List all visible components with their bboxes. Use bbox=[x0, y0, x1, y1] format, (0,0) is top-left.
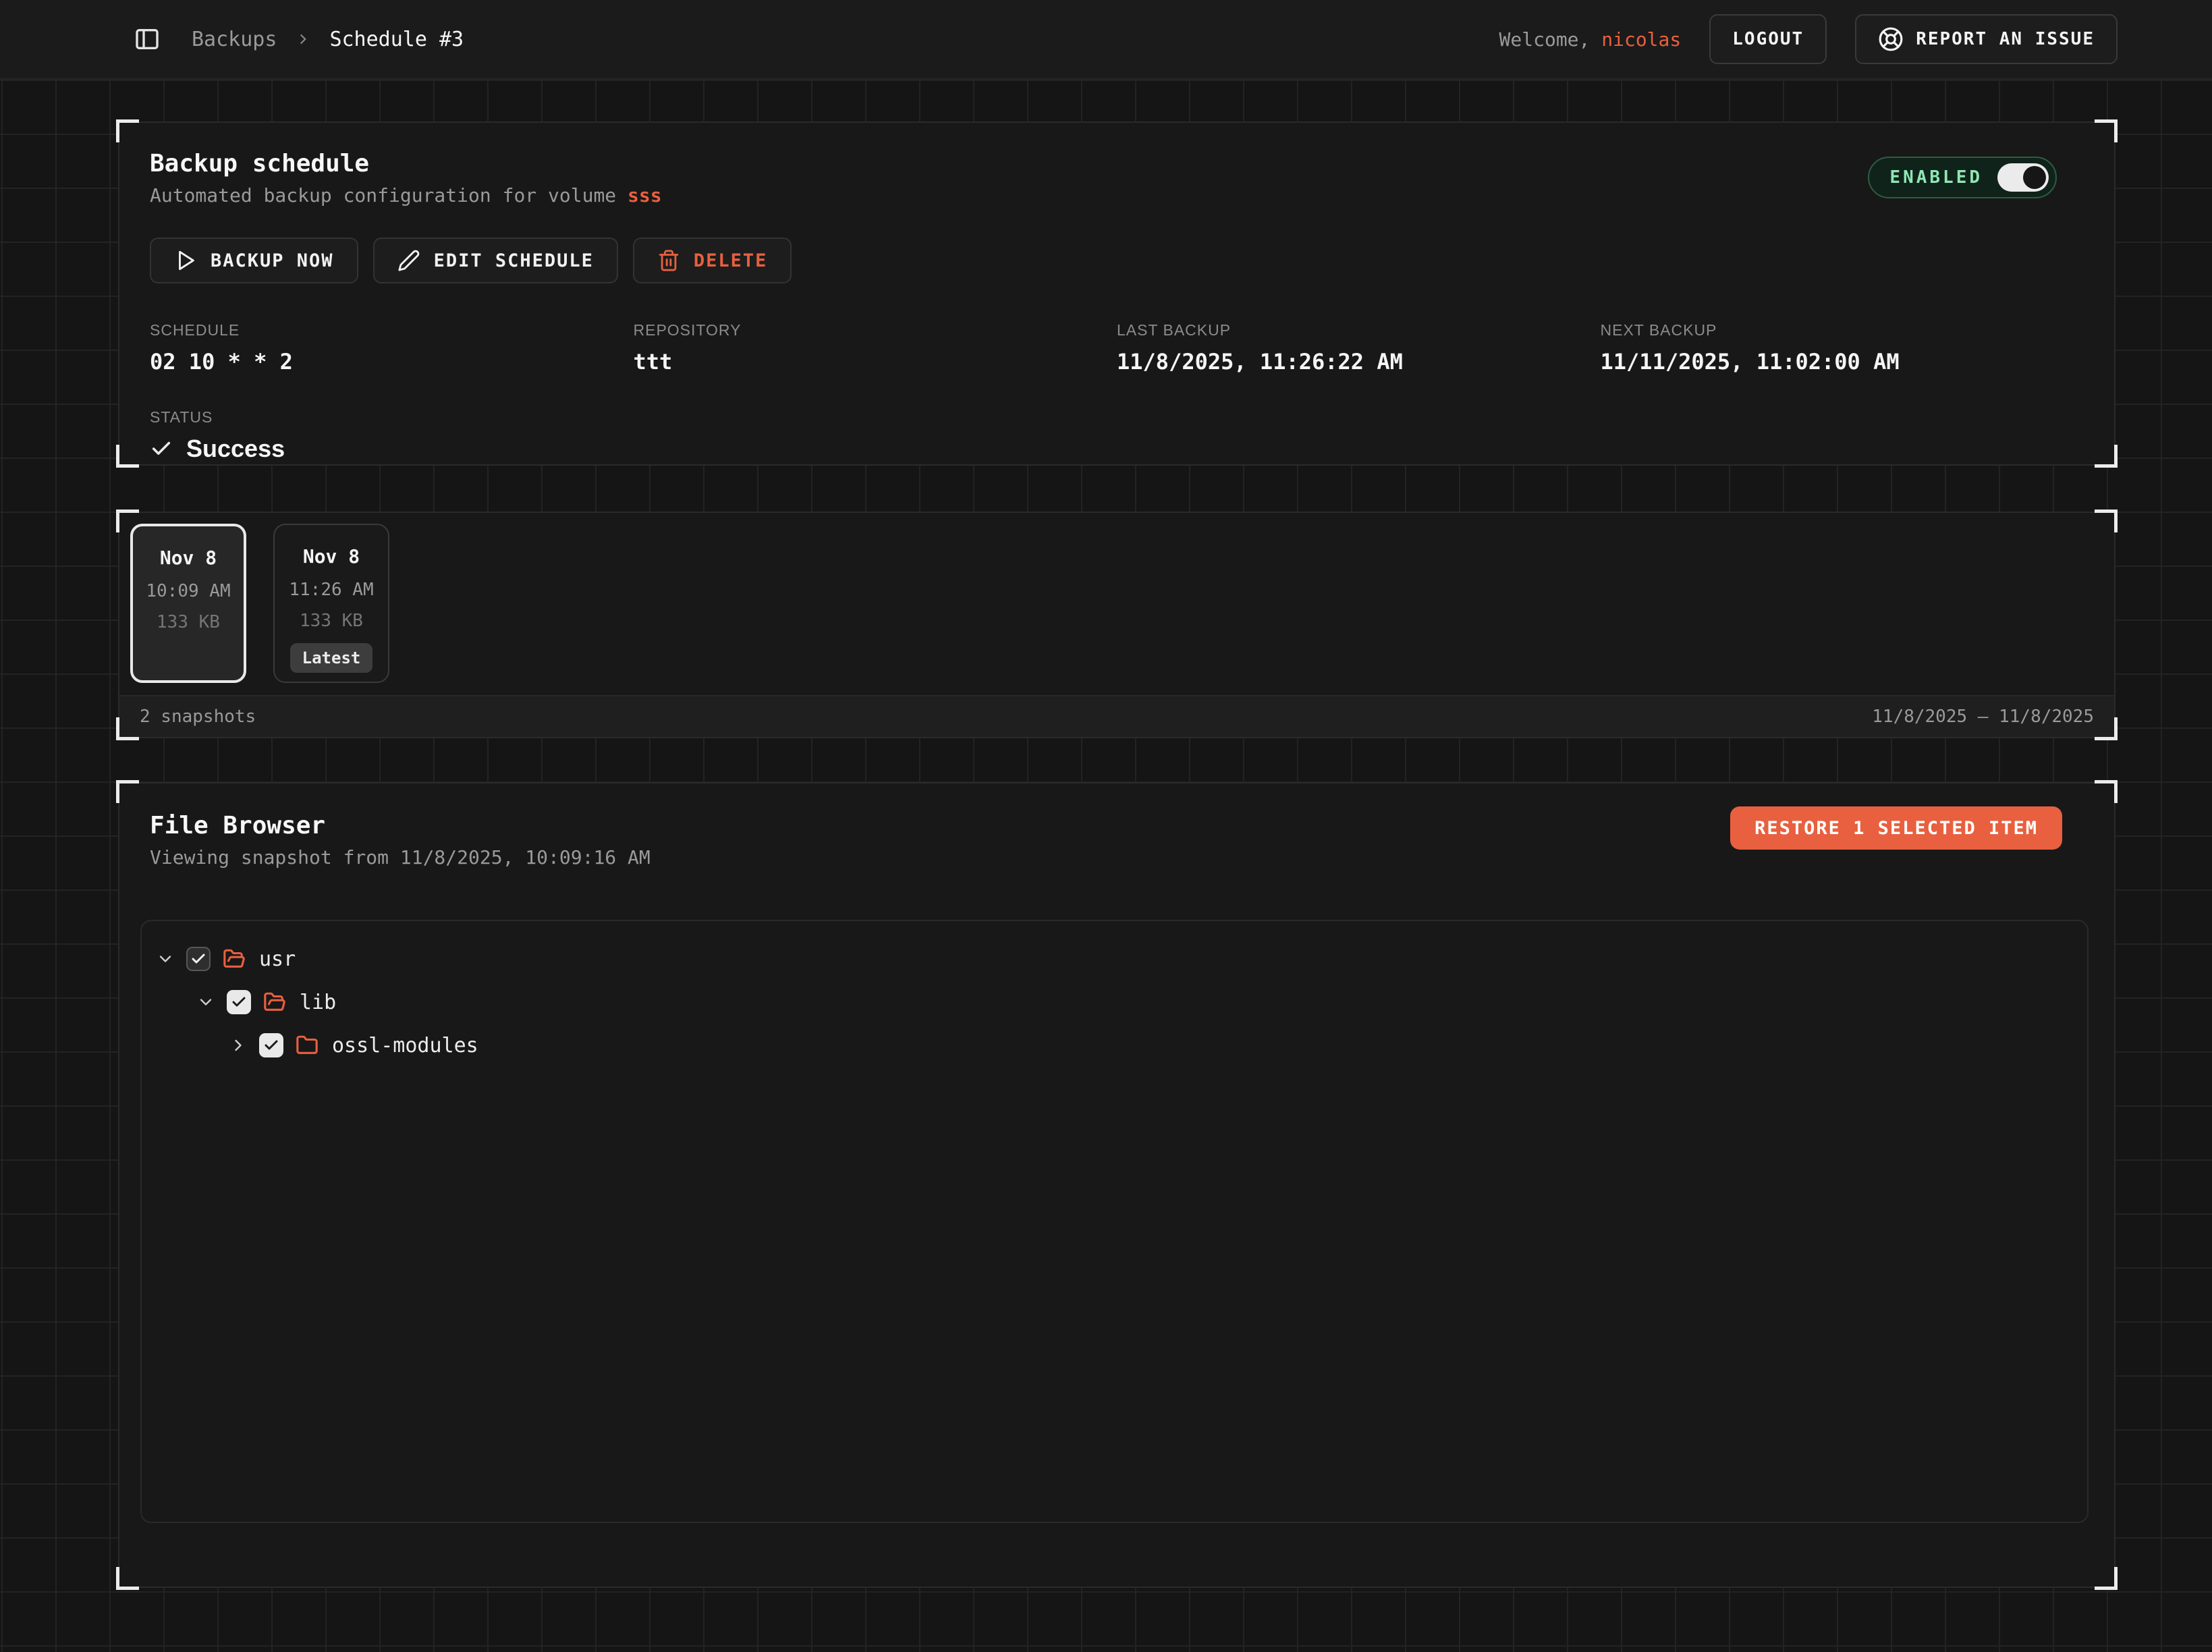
snapshot-count: 2 snapshots bbox=[140, 707, 256, 727]
breadcrumb-current: Schedule #3 bbox=[329, 28, 464, 51]
file-tree: usr lib ossl-modules bbox=[140, 920, 2089, 1523]
pencil-icon bbox=[397, 249, 420, 272]
checkbox-usr[interactable] bbox=[186, 947, 211, 971]
frame-corner bbox=[116, 780, 139, 803]
welcome-text: Welcome, nicolas bbox=[1499, 28, 1682, 51]
delete-button[interactable]: DELETE bbox=[633, 238, 792, 283]
frame-corner bbox=[2095, 510, 2118, 532]
snapshot-card-selected[interactable]: Nov 8 10:09 AM 133 KB bbox=[130, 524, 246, 683]
file-browser-panel: File Browser Viewing snapshot from 11/8/… bbox=[118, 782, 2116, 1588]
frame-corner bbox=[116, 445, 139, 468]
tree-label: ossl-modules bbox=[332, 1034, 478, 1057]
snapshots-panel: Nov 8 10:09 AM 133 KB Nov 8 11:26 AM 133… bbox=[118, 512, 2116, 738]
chevron-right-icon bbox=[294, 30, 312, 48]
snapshot-footer: 2 snapshots 11/8/2025 – 11/8/2025 bbox=[119, 695, 2114, 737]
backup-schedule-panel: Backup schedule Automated backup configu… bbox=[118, 121, 2116, 466]
frame-corner bbox=[116, 119, 139, 142]
folder-icon bbox=[296, 1034, 319, 1057]
panel-left-icon bbox=[134, 26, 161, 53]
breadcrumb: Backups Schedule #3 bbox=[192, 28, 464, 51]
chevron-down-icon[interactable] bbox=[155, 949, 175, 968]
latest-badge: Latest bbox=[290, 643, 373, 673]
schedule-fields: SCHEDULE 02 10 * * 2 REPOSITORY ttt LAST… bbox=[150, 321, 2084, 375]
frame-corner bbox=[2095, 780, 2118, 803]
snapshot-card-latest[interactable]: Nov 8 11:26 AM 133 KB Latest bbox=[273, 524, 389, 683]
logout-button[interactable]: LOGOUT bbox=[1709, 14, 1827, 64]
field-schedule: SCHEDULE 02 10 * * 2 bbox=[150, 321, 634, 375]
toggle-knob bbox=[2023, 166, 2046, 189]
enabled-toggle[interactable]: ENABLED bbox=[1868, 157, 2057, 198]
tree-row-usr[interactable]: usr bbox=[155, 937, 2074, 981]
breadcrumb-backups[interactable]: Backups bbox=[192, 28, 277, 51]
checkbox-lib[interactable] bbox=[227, 990, 251, 1014]
play-icon bbox=[174, 249, 197, 272]
sidebar-toggle-button[interactable] bbox=[128, 20, 166, 58]
toggle-switch[interactable] bbox=[1997, 163, 2049, 192]
username: nicolas bbox=[1601, 28, 1681, 51]
tree-row-ossl-modules[interactable]: ossl-modules bbox=[155, 1024, 2074, 1067]
check-icon bbox=[150, 437, 173, 460]
field-next-backup: NEXT BACKUP 11/11/2025, 11:02:00 AM bbox=[1601, 321, 2084, 375]
report-issue-button[interactable]: REPORT AN ISSUE bbox=[1855, 14, 2118, 64]
edit-schedule-button[interactable]: EDIT SCHEDULE bbox=[373, 238, 618, 283]
snapshot-strip: Nov 8 10:09 AM 133 KB Nov 8 11:26 AM 133… bbox=[119, 513, 2114, 683]
tree-label: usr bbox=[259, 947, 296, 971]
chevron-down-icon[interactable] bbox=[196, 993, 216, 1012]
field-repository: REPOSITORY ttt bbox=[634, 321, 1117, 375]
frame-corner bbox=[2095, 119, 2118, 142]
checkbox-ossl-modules[interactable] bbox=[259, 1033, 283, 1057]
frame-corner bbox=[2095, 717, 2118, 740]
frame-corner bbox=[2095, 1567, 2118, 1590]
frame-corner bbox=[2095, 445, 2118, 468]
frame-corner bbox=[116, 1567, 139, 1590]
tree-row-lib[interactable]: lib bbox=[155, 981, 2074, 1024]
folder-open-icon bbox=[263, 991, 286, 1014]
snapshot-range: 11/8/2025 – 11/8/2025 bbox=[1872, 707, 2094, 727]
trash-icon bbox=[657, 249, 680, 272]
top-bar: Backups Schedule #3 Welcome, nicolas LOG… bbox=[0, 0, 2212, 80]
panel-subtitle: Automated backup configuration for volum… bbox=[150, 184, 2084, 206]
frame-corner bbox=[116, 717, 139, 740]
chevron-right-icon[interactable] bbox=[228, 1036, 248, 1055]
lifebuoy-icon bbox=[1878, 26, 1904, 52]
field-last-backup: LAST BACKUP 11/8/2025, 11:26:22 AM bbox=[1117, 321, 1601, 375]
volume-name: sss bbox=[628, 184, 662, 206]
status-field: STATUS Success bbox=[150, 408, 2084, 463]
tree-label: lib bbox=[300, 991, 336, 1014]
folder-open-icon bbox=[223, 947, 246, 970]
panel-title: Backup schedule bbox=[150, 150, 2084, 177]
frame-corner bbox=[116, 510, 139, 532]
enabled-label: ENABLED bbox=[1889, 167, 1983, 188]
status-badge: Success bbox=[186, 435, 285, 463]
backup-now-button[interactable]: BACKUP NOW bbox=[150, 238, 358, 283]
restore-selected-button[interactable]: RESTORE 1 SELECTED ITEM bbox=[1730, 806, 2062, 850]
